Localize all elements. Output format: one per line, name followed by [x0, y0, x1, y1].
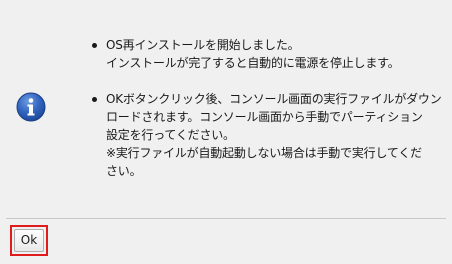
message-line: ※実行ファイルが自動起動しない場合は手動で実行してくだ	[106, 146, 422, 160]
dialog-footer: Ok	[0, 219, 452, 264]
message-line: OKボタンクリック後、コンソール画面の実行ファイルがダウン	[106, 92, 442, 106]
info-icon	[16, 92, 46, 122]
message-line: OS再インストールを開始しました。	[106, 38, 300, 52]
message-line: ロードされます。コンソール画面から手動でパーティション	[106, 110, 423, 124]
message-item-os-reinstall: OS再インストールを開始しました。 インストールが完了すると自動的に電源を停止し…	[92, 36, 444, 72]
message-line: 設定を行ってください。	[106, 128, 235, 142]
ok-button[interactable]: Ok	[14, 229, 44, 252]
message-line: さい。	[106, 164, 142, 178]
message-item-console-instructions: OKボタンクリック後、コンソール画面の実行ファイルがダウン ロードされます。コン…	[92, 90, 444, 180]
dialog-content: OS再インストールを開始しました。 インストールが完了すると自動的に電源を停止し…	[0, 0, 452, 218]
message-dialog: OS再インストールを開始しました。 インストールが完了すると自動的に電源を停止し…	[0, 0, 452, 264]
message-line: インストールが完了すると自動的に電源を停止します。	[106, 56, 400, 70]
message-list: OS再インストールを開始しました。 インストールが完了すると自動的に電源を停止し…	[92, 36, 444, 180]
